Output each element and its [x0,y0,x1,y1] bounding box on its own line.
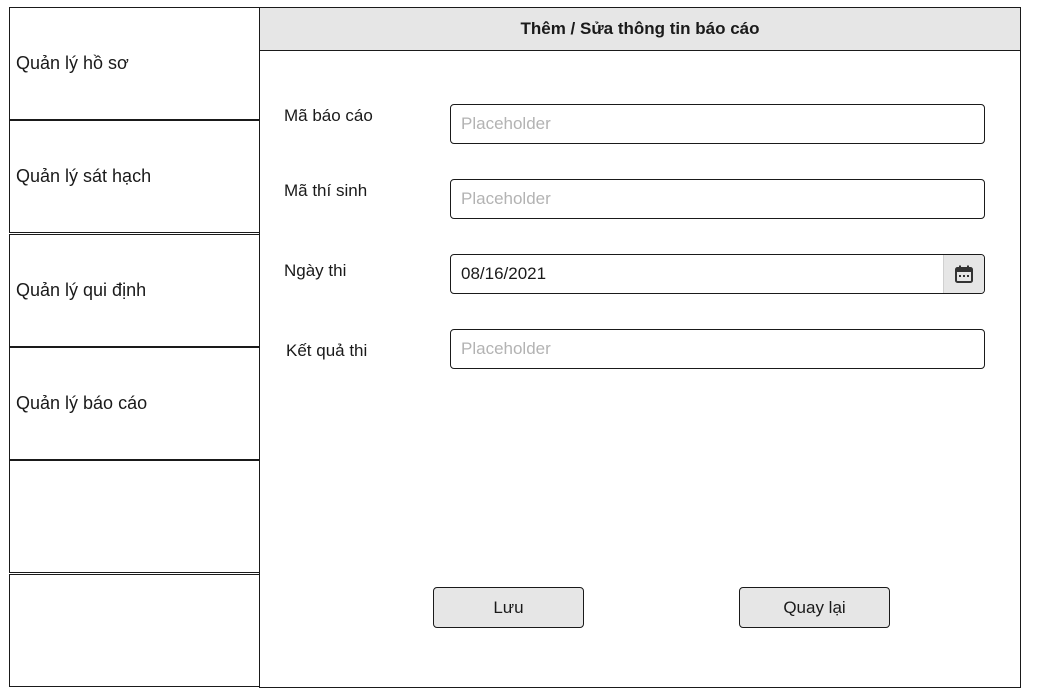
calendar-icon[interactable] [943,255,984,293]
sidebar-item-empty[interactable] [9,460,260,573]
candidate-id-input[interactable] [450,179,985,219]
sidebar-item-label: Quản lý sát hạch [16,166,152,186]
sidebar: Quản lý hồ sơ Quản lý sát hạch Quản lý q… [9,7,260,687]
sidebar-item-label: Quản lý báo cáo [16,393,148,413]
back-button[interactable]: Quay lại [739,587,890,628]
candidate-id-label: Mã thí sinh [284,181,368,200]
sidebar-item-reports[interactable]: Quản lý báo cáo [9,347,260,460]
report-form-panel: Thêm / Sửa thông tin báo cáo Mã báo cáo … [259,7,1021,688]
exam-result-label: Kết quả thi [286,341,368,360]
exam-result-input[interactable] [450,329,985,369]
sidebar-item-empty[interactable] [9,574,260,687]
sidebar-item-regulations[interactable]: Quản lý qui định [9,234,260,347]
save-button[interactable]: Lưu [433,587,584,628]
page-title: Thêm / Sửa thông tin báo cáo [260,8,1020,51]
exam-date-label: Ngày thi [284,261,347,280]
sidebar-item-exams[interactable]: Quản lý sát hạch [9,120,260,233]
sidebar-item-profiles[interactable]: Quản lý hồ sơ [9,7,260,120]
exam-date-value: 08/16/2021 [461,264,547,283]
report-id-label: Mã báo cáo [284,106,373,125]
sidebar-item-label: Quản lý hồ sơ [16,53,129,73]
sidebar-item-label: Quản lý qui định [16,280,147,300]
exam-date-input[interactable]: 08/16/2021 [450,254,985,294]
report-id-input[interactable] [450,104,985,144]
